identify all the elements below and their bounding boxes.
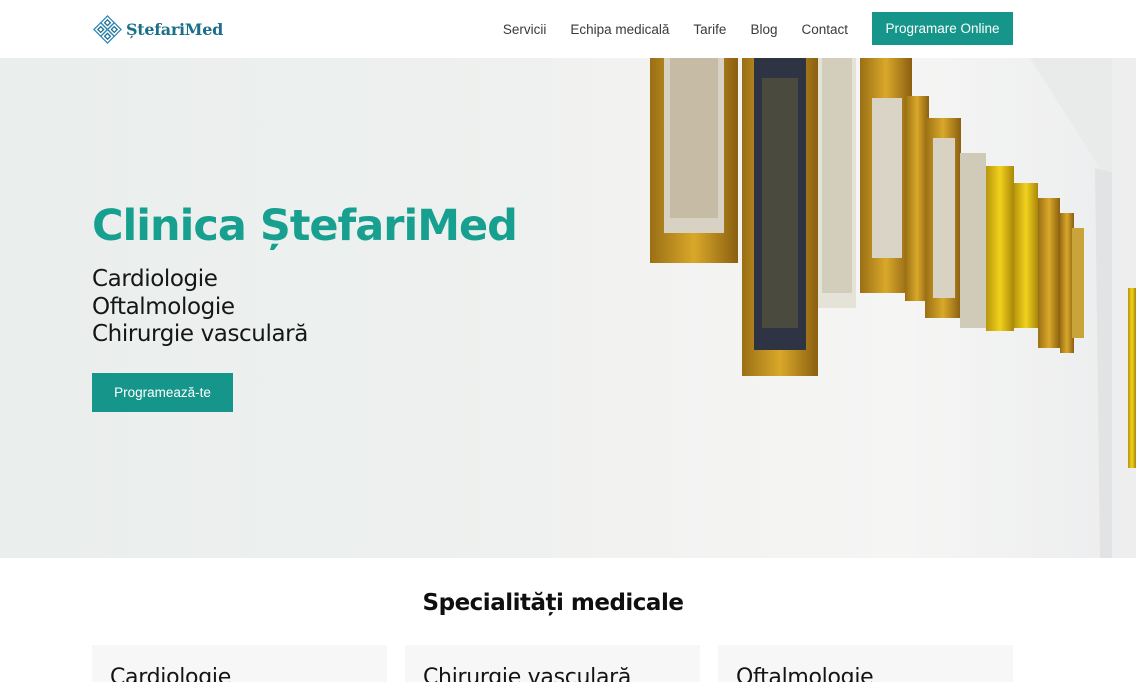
specialty-card-oftalmologie[interactable]: Oftalmologie [718,645,1013,682]
nav-link-blog[interactable]: Blog [750,22,777,37]
logo-text: ȘtefariMed [126,19,223,39]
specialty-card-title: Oftalmologie [736,665,874,682]
specialty-card-title: Cardiologie [110,665,231,682]
logo-diamond-icon [93,14,122,44]
specialty-card-title: Chirurgie vasculară [423,665,632,682]
hero-specialties: Cardiologie Oftalmologie Chirurgie vascu… [92,266,552,349]
hero-section: Clinica ȘtefariMed Cardiologie Oftalmolo… [0,58,1136,558]
nav-link-contact[interactable]: Contact [801,22,848,37]
book-appointment-button[interactable]: Programează-te [92,373,233,412]
hero-title: Clinica ȘtefariMed [92,201,518,251]
specialties-heading: Specialități medicale [422,590,684,616]
hero-gallery-image [560,58,1136,558]
hero-specialty-oftalmologie: Oftalmologie [92,293,235,320]
specialty-card-cardiologie[interactable]: Cardiologie [92,645,387,682]
nav-link-echipa-medicala[interactable]: Echipa medicală [570,22,669,37]
hero-specialty-cardiologie: Cardiologie [92,266,218,292]
site-logo[interactable]: ȘtefariMed [92,13,223,45]
nav-link-servicii[interactable]: Servicii [503,22,547,37]
specialty-card-chirurgie-vasculara[interactable]: Chirurgie vasculară [405,645,700,682]
nav-link-tarife[interactable]: Tarife [693,22,726,37]
hero-specialty-chirurgie: Chirurgie vasculară [92,321,308,347]
hero-content: Clinica ȘtefariMed Cardiologie Oftalmolo… [92,198,552,349]
online-appointment-button[interactable]: Programare Online [872,12,1013,45]
site-header: ȘtefariMed Servicii Echipa medicală Tari… [0,0,1136,58]
main-nav: Servicii Echipa medicală Tarife Blog Con… [479,0,848,58]
